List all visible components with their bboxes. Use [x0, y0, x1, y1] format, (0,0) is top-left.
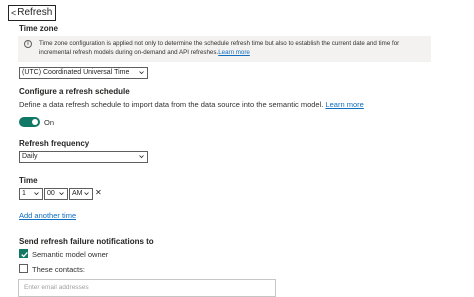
owner-checkbox-label: Semantic model owner [32, 250, 109, 259]
add-another-time-link[interactable]: Add another time [19, 211, 76, 220]
page-title[interactable]: < Refresh [8, 5, 57, 21]
frequency-select-value: Daily [22, 153, 38, 160]
chevron-down-icon [84, 192, 89, 196]
chevron-down-icon [139, 155, 144, 159]
timezone-select[interactable]: (UTC) Coordinated Universal Time [19, 67, 148, 79]
email-input[interactable]: Enter email addresses [18, 279, 276, 297]
owner-checkbox[interactable] [19, 249, 28, 258]
schedule-label: Configure a refresh schedule [19, 87, 130, 96]
hour-select[interactable]: 1 [19, 188, 43, 200]
timezone-info-text: Time zone configuration is applied not o… [39, 39, 424, 57]
hour-select-value: 1 [22, 190, 26, 197]
back-chevron-icon: < [11, 8, 17, 18]
timezone-select-value: (UTC) Coordinated Universal Time [22, 69, 130, 76]
checkmark-icon [21, 251, 28, 258]
page-title-text: Refresh [17, 7, 53, 18]
remove-time-close-icon[interactable]: ✕ [95, 188, 102, 198]
ampm-select-value: AM [72, 190, 83, 197]
chevron-down-icon [59, 192, 64, 196]
email-input-placeholder: Enter email addresses [24, 284, 89, 291]
minute-select[interactable]: 00 [44, 188, 68, 200]
schedule-toggle[interactable] [19, 117, 40, 127]
schedule-learn-more-link[interactable]: Learn more [325, 100, 363, 109]
schedule-description: Define a data refresh schedule to import… [19, 100, 364, 109]
toggle-knob [32, 119, 38, 125]
ampm-select[interactable]: AM [69, 188, 93, 200]
timezone-learn-more-link[interactable]: Learn more [218, 49, 250, 56]
info-icon: i [24, 40, 32, 48]
notifications-label: Send refresh failure notifications to [19, 237, 154, 246]
time-label: Time [19, 176, 38, 185]
timezone-label: Time zone [19, 24, 58, 33]
schedule-description-text: Define a data refresh schedule to import… [19, 100, 324, 109]
frequency-select[interactable]: Daily [19, 151, 148, 163]
timezone-info-box: i Time zone configuration is applied not… [18, 36, 431, 62]
contacts-checkbox-label: These contacts: [32, 265, 85, 274]
minute-select-value: 00 [47, 190, 55, 197]
chevron-down-icon [34, 192, 39, 196]
frequency-label: Refresh frequency [19, 139, 90, 148]
contacts-checkbox[interactable] [19, 264, 28, 273]
toggle-label: On [44, 118, 55, 127]
chevron-down-icon [139, 71, 144, 75]
